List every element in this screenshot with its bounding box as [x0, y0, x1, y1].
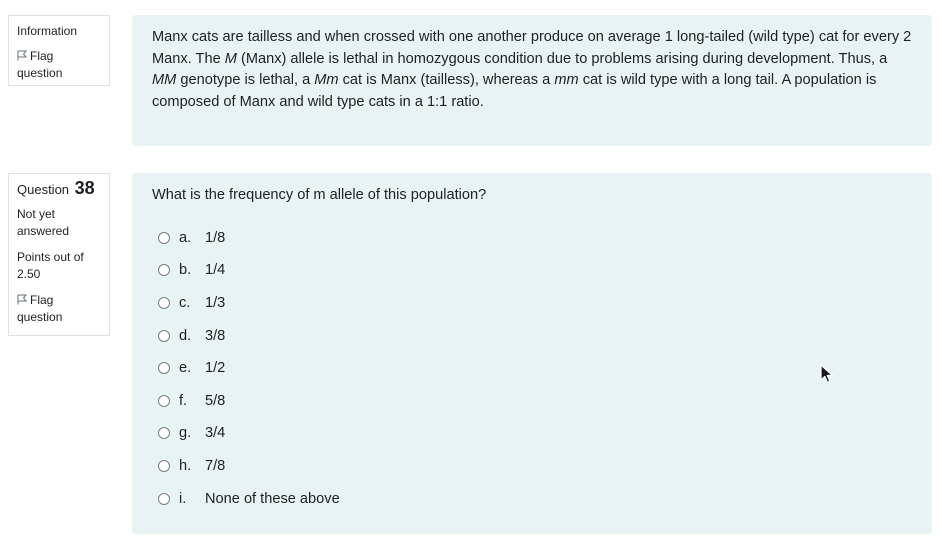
- question-info-sidebar: Question 38 Not yet answered Points out …: [8, 173, 110, 336]
- flag-question-38[interactable]: Flag question: [17, 292, 101, 326]
- mouse-cursor-icon: [820, 364, 834, 383]
- answer-text: 3/8: [205, 327, 226, 344]
- info-sidebar: Information Flag question: [8, 15, 110, 86]
- radio-button[interactable]: [158, 362, 170, 375]
- answer-option[interactable]: f. 5/8: [152, 384, 912, 417]
- answer-text: None of these above: [205, 490, 340, 507]
- answer-option[interactable]: i. None of these above: [152, 482, 912, 515]
- answer-letter: a.: [179, 229, 192, 246]
- answer-option[interactable]: c. 1/3: [152, 287, 912, 320]
- answer-letter: h.: [179, 457, 192, 474]
- answer-text: 5/8: [205, 392, 226, 409]
- answer-letter: i.: [179, 490, 187, 507]
- answer-letter: e.: [179, 360, 192, 377]
- radio-button[interactable]: [158, 231, 170, 244]
- answer-letter: d.: [179, 327, 192, 344]
- flag-icon: [17, 294, 28, 305]
- answer-text: 1/8: [205, 229, 226, 246]
- radio-button[interactable]: [158, 296, 170, 309]
- answer-option[interactable]: e. 1/2: [152, 352, 912, 385]
- answer-option[interactable]: b. 1/4: [152, 254, 912, 287]
- question-panel: What is the frequency of m allele of thi…: [132, 173, 932, 534]
- question-number: Question 38: [17, 178, 95, 198]
- answer-letter: f.: [179, 392, 188, 409]
- radio-button[interactable]: [158, 427, 170, 440]
- flag-question-info[interactable]: Flag question: [17, 48, 101, 82]
- answer-option[interactable]: g. 3/4: [152, 417, 912, 450]
- answer-text: 7/8: [205, 457, 226, 474]
- answer-option[interactable]: h. 7/8: [152, 450, 912, 483]
- answer-text: 3/4: [205, 425, 226, 442]
- radio-button[interactable]: [158, 459, 170, 472]
- question-grade: Points out of 2.50: [17, 250, 84, 281]
- answer-letter: c.: [179, 294, 191, 311]
- answer-text: 1/4: [205, 262, 226, 279]
- radio-button[interactable]: [158, 492, 170, 505]
- radio-button[interactable]: [158, 264, 170, 277]
- info-label: Information: [17, 24, 78, 38]
- radio-button[interactable]: [158, 394, 170, 407]
- info-panel: Manx cats are tailless and when crossed …: [132, 15, 932, 146]
- radio-button[interactable]: [158, 329, 170, 342]
- flag-icon: [17, 50, 28, 61]
- question-state: Not yet answered: [17, 207, 70, 238]
- answer-option[interactable]: a. 1/8: [152, 222, 912, 255]
- answer-text: 1/3: [205, 294, 226, 311]
- answer-letter: g.: [179, 425, 192, 442]
- answer-option[interactable]: d. 3/8: [152, 319, 912, 352]
- answer-text: 1/2: [205, 360, 226, 377]
- answer-options: a. 1/8 b. 1/4 c. 1/3 d. 3/8 e. 1/2 f. 5/8 g. 3/4 h. 7/8…: [152, 222, 912, 515]
- answer-letter: b.: [179, 262, 192, 279]
- info-text: Manx cats are tailless and when crossed …: [152, 29, 912, 110]
- question-text: What is the frequency of m allele of thi…: [152, 187, 487, 203]
